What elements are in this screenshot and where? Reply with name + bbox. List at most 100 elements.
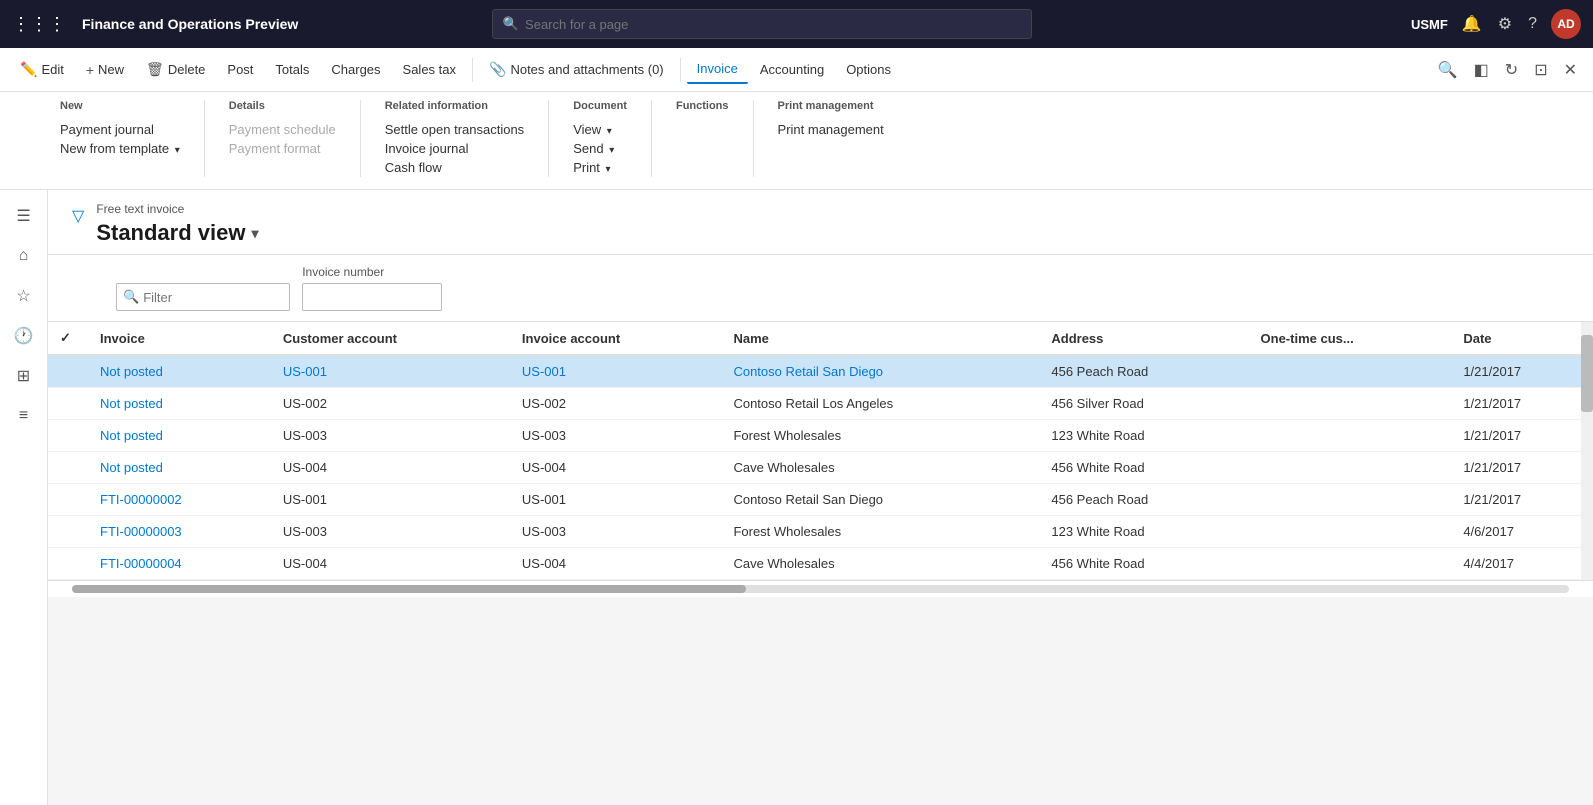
row-date: 4/6/2017	[1451, 516, 1593, 548]
col-header-date[interactable]: Date	[1451, 322, 1593, 355]
row-customer-account[interactable]: US-003	[271, 420, 510, 452]
row-invoice-account[interactable]: US-004	[510, 452, 722, 484]
payment-format-item[interactable]: Payment format	[229, 139, 336, 158]
col-header-invoice-account[interactable]: Invoice account	[510, 322, 722, 355]
row-invoice-account[interactable]: US-004	[510, 548, 722, 580]
invoice-number-label: Invoice number	[302, 265, 442, 279]
table-row[interactable]: Not postedUS-002US-002Contoso Retail Los…	[48, 388, 1593, 420]
close-icon[interactable]: ✕	[1558, 56, 1583, 84]
table-row[interactable]: Not postedUS-003US-003Forest Wholesales1…	[48, 420, 1593, 452]
row-check-cell[interactable]	[48, 420, 88, 452]
view-toggle-icon[interactable]: ◧	[1468, 56, 1495, 84]
post-button[interactable]: Post	[217, 56, 263, 83]
popout-icon[interactable]: ⊡	[1528, 56, 1553, 84]
new-from-template-item[interactable]: New from template ▾	[60, 139, 180, 158]
new-button[interactable]: + New	[76, 56, 134, 84]
row-invoice-account[interactable]: US-002	[510, 388, 722, 420]
filter-search-wrap[interactable]: 🔍	[116, 283, 290, 311]
row-invoice-account[interactable]: US-001	[510, 484, 722, 516]
col-header-invoice[interactable]: Invoice	[88, 322, 271, 355]
sidebar-item-favorites[interactable]: ☆	[4, 278, 44, 314]
print-item[interactable]: Print ▾	[573, 158, 627, 177]
page-title[interactable]: Standard view ▾	[96, 220, 258, 246]
delete-button[interactable]: 🗑 Delete	[136, 55, 215, 84]
invoice-journal-item[interactable]: Invoice journal	[385, 139, 524, 158]
table-header-row: ✓ Invoice Customer account Invoice accou…	[48, 322, 1593, 355]
table-row[interactable]: Not postedUS-001US-001Contoso Retail San…	[48, 355, 1593, 388]
dropdown-section-functions: Functions	[676, 100, 754, 177]
filter-icon[interactable]: ▽	[72, 206, 84, 226]
sales-tax-button[interactable]: Sales tax	[393, 56, 466, 83]
col-header-one-time-cus[interactable]: One-time cus...	[1249, 322, 1452, 355]
table-row[interactable]: FTI-00000004US-004US-004Cave Wholesales4…	[48, 548, 1593, 580]
payment-journal-item[interactable]: Payment journal	[60, 120, 180, 139]
row-customer-account[interactable]: US-002	[271, 388, 510, 420]
command-bar: ✏️ Edit + New 🗑 Delete Post Totals Charg…	[0, 48, 1593, 92]
sidebar-item-hamburger[interactable]: ☰	[4, 198, 44, 234]
sidebar-item-home[interactable]: ⌂	[4, 238, 44, 274]
filter-input[interactable]	[143, 290, 283, 305]
top-navigation: ⋮⋮⋮ Finance and Operations Preview 🔍 USM…	[0, 0, 1593, 48]
table-row[interactable]: FTI-00000003US-003US-003Forest Wholesale…	[48, 516, 1593, 548]
row-invoice-account[interactable]: US-003	[510, 420, 722, 452]
refresh-icon[interactable]: ↻	[1499, 56, 1524, 84]
avatar[interactable]: AD	[1551, 9, 1581, 39]
app-grid-icon[interactable]: ⋮⋮⋮	[12, 14, 66, 35]
row-check-cell[interactable]	[48, 548, 88, 580]
new-icon: +	[86, 62, 94, 78]
row-check-cell[interactable]	[48, 388, 88, 420]
row-one-time-cus	[1249, 484, 1452, 516]
row-invoice-account[interactable]: US-003	[510, 516, 722, 548]
view-item[interactable]: View ▾	[573, 120, 627, 139]
col-header-address[interactable]: Address	[1039, 322, 1248, 355]
section-header-new: New	[60, 100, 180, 112]
row-invoice[interactable]: Not posted	[88, 452, 271, 484]
payment-schedule-item[interactable]: Payment schedule	[229, 120, 336, 139]
print-management-item[interactable]: Print management	[778, 120, 884, 139]
send-item[interactable]: Send ▾	[573, 139, 627, 158]
sidebar-item-workspace[interactable]: ⊞	[4, 358, 44, 394]
row-check-cell[interactable]	[48, 355, 88, 388]
cash-flow-item[interactable]: Cash flow	[385, 158, 524, 177]
sidebar-item-recent[interactable]: 🕐	[4, 318, 44, 354]
row-customer-account[interactable]: US-004	[271, 548, 510, 580]
row-check-cell[interactable]	[48, 452, 88, 484]
row-invoice[interactable]: Not posted	[88, 388, 271, 420]
invoice-tab[interactable]: Invoice	[687, 55, 748, 84]
row-check-cell[interactable]	[48, 516, 88, 548]
row-customer-account[interactable]: US-003	[271, 516, 510, 548]
search-input[interactable]	[525, 17, 1021, 32]
settings-icon[interactable]: ⚙	[1496, 12, 1514, 36]
accounting-tab[interactable]: Accounting	[750, 56, 834, 83]
vertical-scrollbar[interactable]	[1581, 322, 1593, 580]
col-header-name[interactable]: Name	[721, 322, 1039, 355]
row-invoice[interactable]: FTI-00000002	[88, 484, 271, 516]
search-cmd-icon[interactable]: 🔍	[1432, 56, 1464, 84]
horizontal-scrollbar[interactable]	[72, 585, 1569, 593]
row-invoice-account[interactable]: US-001	[510, 355, 722, 388]
row-check-cell[interactable]	[48, 484, 88, 516]
row-invoice[interactable]: Not posted	[88, 355, 271, 388]
row-customer-account[interactable]: US-001	[271, 355, 510, 388]
row-customer-account[interactable]: US-001	[271, 484, 510, 516]
table-row[interactable]: Not postedUS-004US-004Cave Wholesales456…	[48, 452, 1593, 484]
row-one-time-cus	[1249, 388, 1452, 420]
help-icon[interactable]: ?	[1526, 13, 1539, 35]
row-invoice[interactable]: FTI-00000004	[88, 548, 271, 580]
edit-button[interactable]: ✏️ Edit	[10, 55, 74, 84]
row-invoice[interactable]: FTI-00000003	[88, 516, 271, 548]
row-customer-account[interactable]: US-004	[271, 452, 510, 484]
row-address: 456 White Road	[1039, 452, 1248, 484]
settle-open-transactions-item[interactable]: Settle open transactions	[385, 120, 524, 139]
sidebar-item-list[interactable]: ≡	[4, 398, 44, 434]
col-header-customer-account[interactable]: Customer account	[271, 322, 510, 355]
notes-attachments-button[interactable]: 📎 Notes and attachments (0)	[479, 55, 674, 84]
charges-button[interactable]: Charges	[321, 56, 390, 83]
totals-button[interactable]: Totals	[265, 56, 319, 83]
table-row[interactable]: FTI-00000002US-001US-001Contoso Retail S…	[48, 484, 1593, 516]
search-bar[interactable]: 🔍	[492, 9, 1032, 39]
options-tab[interactable]: Options	[836, 56, 901, 83]
invoice-number-input[interactable]	[302, 283, 442, 311]
notifications-icon[interactable]: 🔔	[1460, 12, 1484, 36]
row-invoice[interactable]: Not posted	[88, 420, 271, 452]
